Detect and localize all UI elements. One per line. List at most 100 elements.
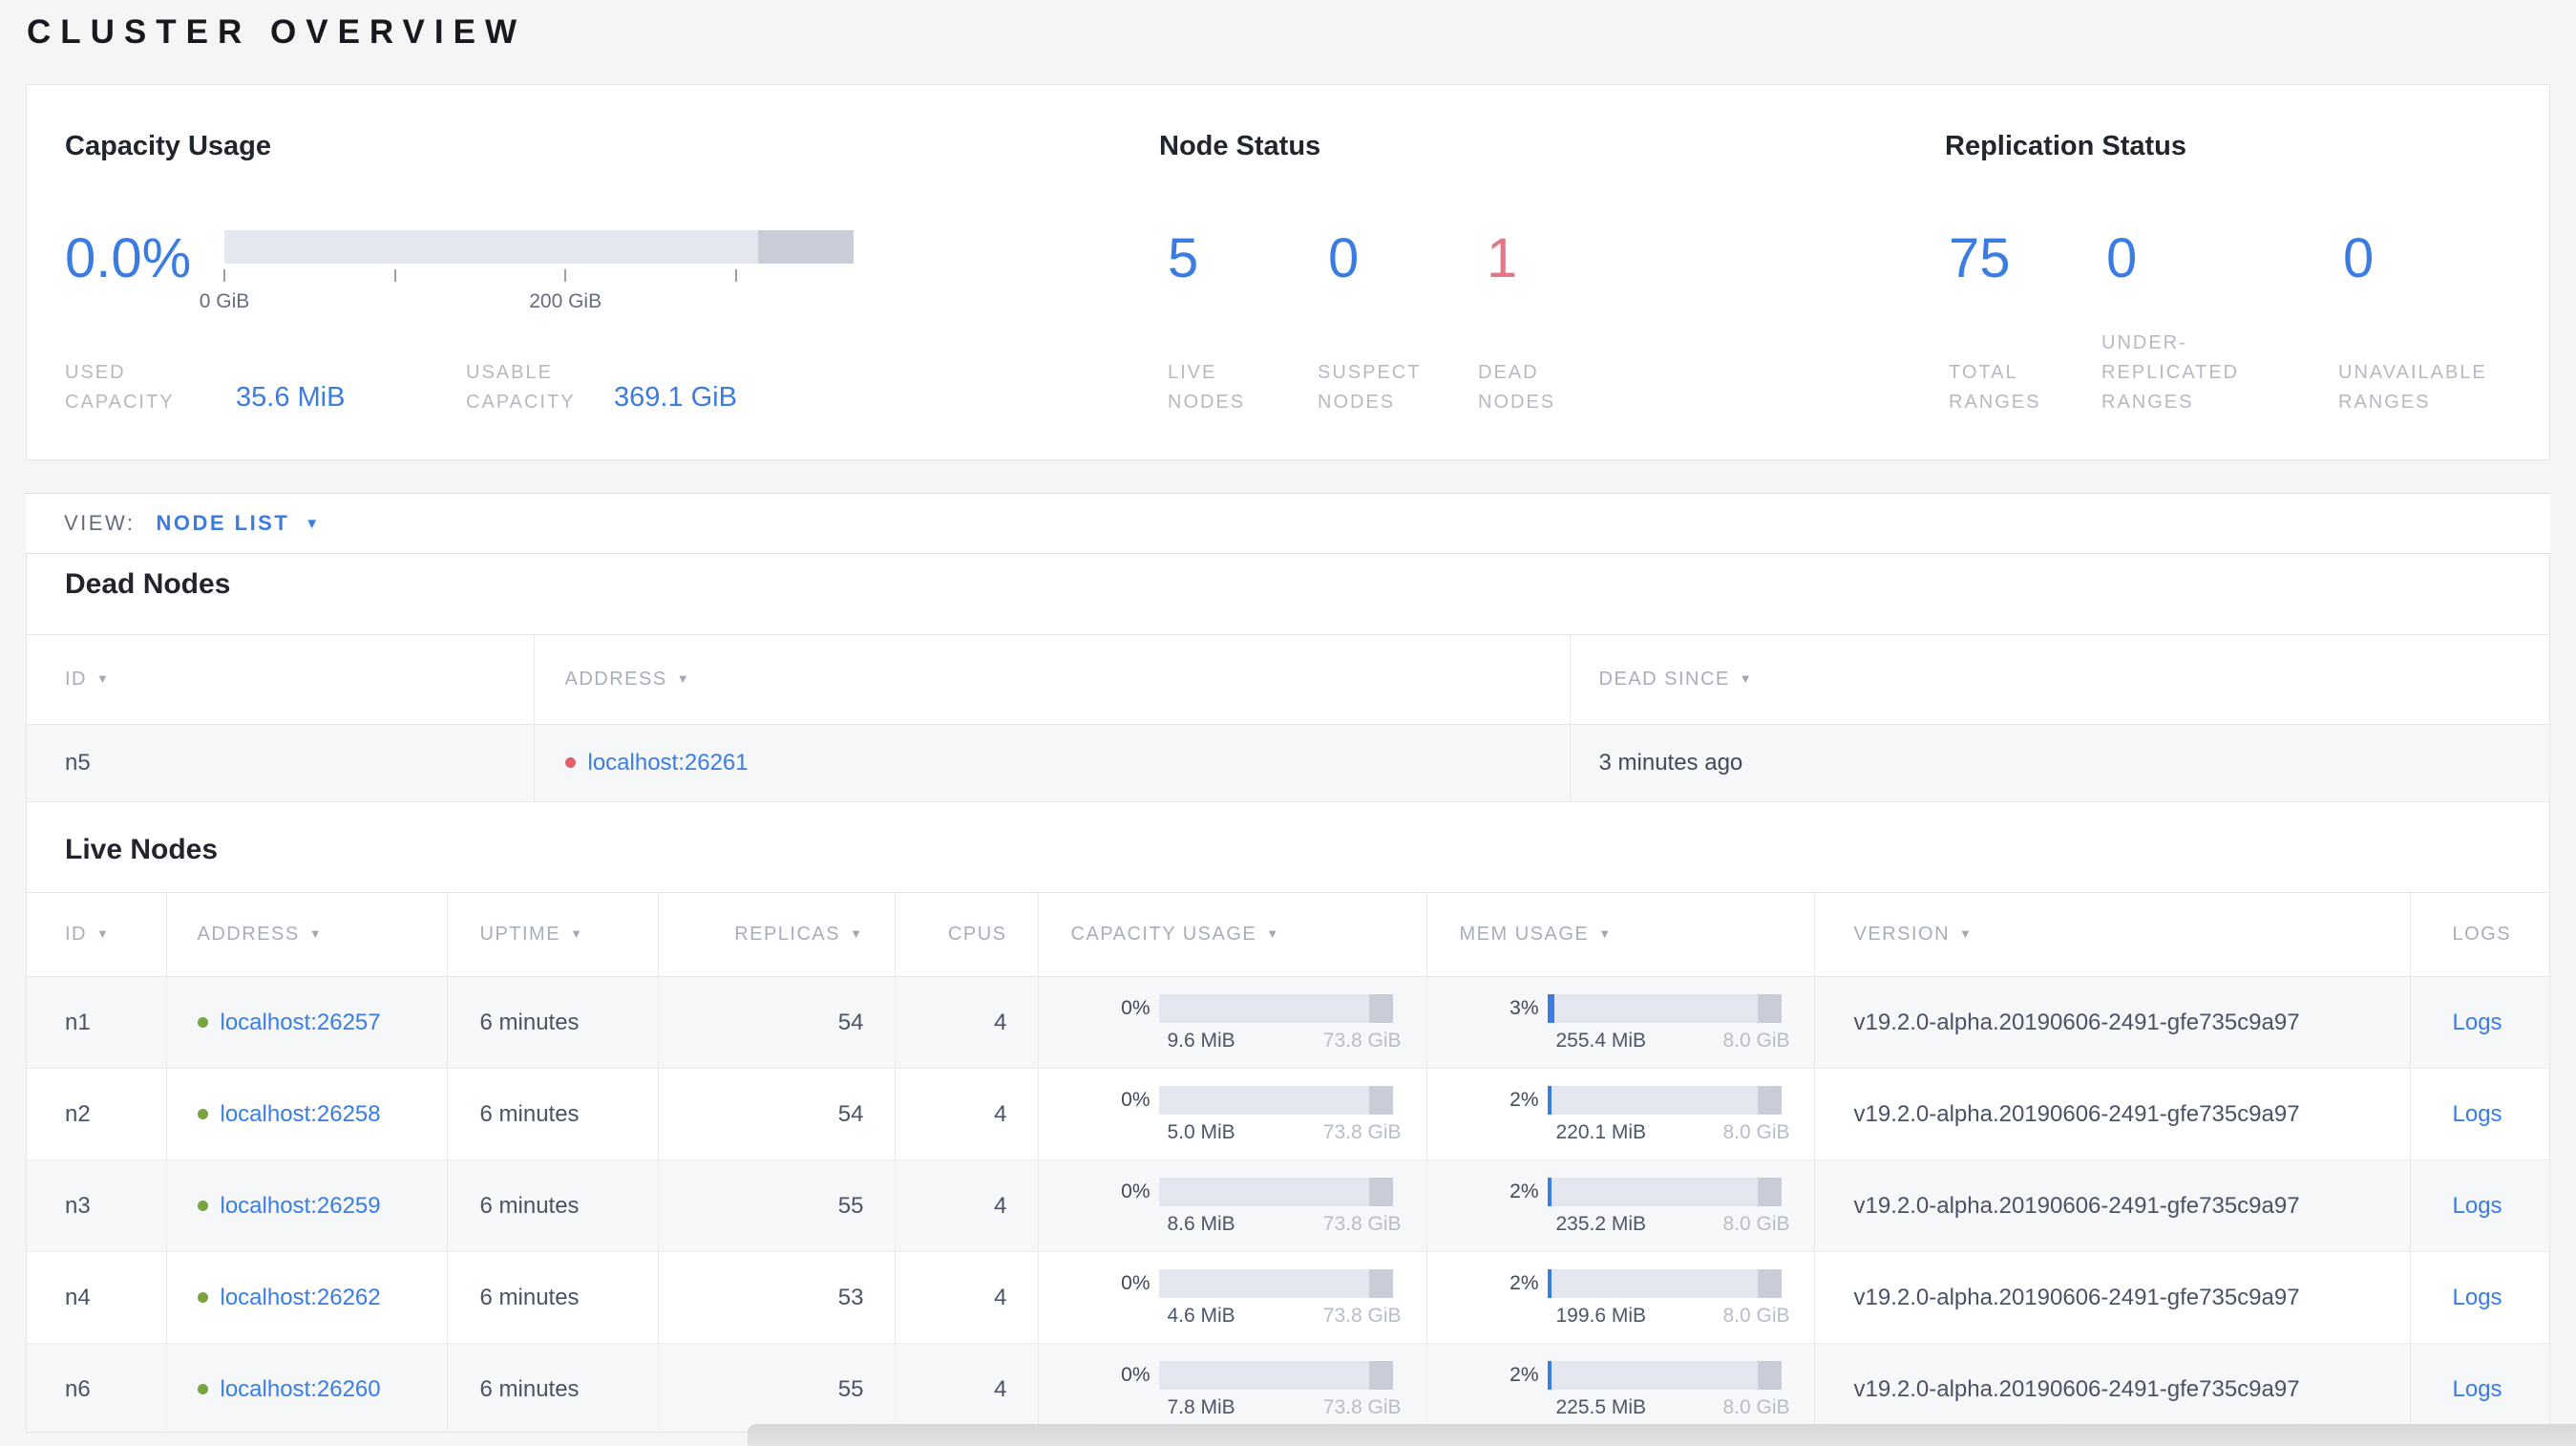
usage-bar-reserved <box>1758 1177 1782 1206</box>
sort-desc-icon: ▼ <box>676 671 691 686</box>
live-status-dot-icon <box>197 1383 208 1394</box>
node-version: v19.2.0-alpha.20190606-2491-gfe735c9a97 <box>1813 1068 2410 1160</box>
column-label: CAPACITY USAGE <box>1070 924 1257 945</box>
live-nodes-heading: Live Nodes <box>65 834 219 865</box>
logs-link[interactable]: Logs <box>2453 1101 2502 1127</box>
capacity-bar-axis: 0 GiB 200 GiB <box>200 269 854 327</box>
axis-tick <box>223 269 225 282</box>
node-id: n2 <box>27 1068 166 1160</box>
total-ranges-count: 75 <box>1949 227 2011 289</box>
node-list-card: Dead Nodes ID ▼ ADDRESS ▼ DEAD SINCE ▼ n5 l… <box>26 554 2550 1433</box>
table-row: n6 localhost:26260 6 minutes 55 4 0% 7.8… <box>27 1343 2549 1432</box>
usage-bar-reserved <box>1758 1085 1782 1115</box>
used-capacity-value: 35.6 MiB <box>236 382 346 413</box>
usage-used: 235.2 MiB <box>1555 1212 1647 1235</box>
capacity-bar-reserved-segment <box>757 230 854 264</box>
live-col-capacity-usage[interactable]: CAPACITY USAGE ▼ <box>1037 892 1426 977</box>
live-nodes-header-row: ID ▼ ADDRESS ▼ UPTIME ▼ REPLICAS ▼ CPUS CAPA… <box>27 892 2549 977</box>
table-row: n2 localhost:26258 6 minutes 54 4 0% 5.0… <box>27 1068 2549 1160</box>
node-id: n3 <box>27 1159 166 1252</box>
view-dropdown-value: NODE LIST <box>156 511 290 535</box>
logs-cell: Logs <box>2409 1068 2549 1160</box>
usage-bar-fill <box>1547 1268 1552 1298</box>
column-label: ID <box>65 924 87 945</box>
dead-col-address[interactable]: ADDRESS ▼ <box>533 634 1570 725</box>
usable-capacity-value: 369.1 GiB <box>614 382 737 413</box>
usage-bar-reserved <box>1369 993 1393 1023</box>
live-col-version[interactable]: VERSION ▼ <box>1813 892 2410 977</box>
live-nodes-label: LIVE NODES <box>1168 362 1246 413</box>
usage-bar-reserved <box>1369 1177 1393 1206</box>
node-replicas: 55 <box>657 1159 895 1252</box>
usage-bar <box>1158 1177 1393 1206</box>
live-nodes-table: ID ▼ ADDRESS ▼ UPTIME ▼ REPLICAS ▼ CPUS CAPA… <box>27 892 2549 1432</box>
node-cpus: 4 <box>894 976 1038 1069</box>
table-row: n5 localhost:26261 3 minutes ago <box>27 724 2549 802</box>
usage-percent: 2% <box>1510 1271 1539 1294</box>
node-version: v19.2.0-alpha.20190606-2491-gfe735c9a97 <box>1813 1251 2410 1344</box>
usage-total: 8.0 GiB <box>1722 1120 1790 1143</box>
cluster-overview-page: CLUSTER OVERVIEW Capacity Usage 0.0% 0 G… <box>0 0 2576 1446</box>
column-label: UPTIME <box>479 924 561 945</box>
under-replicated-count: 0 <box>2106 227 2138 289</box>
usage-bar <box>1547 1268 1782 1298</box>
node-uptime: 6 minutes <box>446 976 658 1069</box>
mem-usage-cell: 2% 235.2 MiB 8.0 GiB <box>1425 1159 1814 1252</box>
live-nodes-count: 5 <box>1168 227 1199 289</box>
node-address-cell: localhost:26262 <box>165 1251 447 1344</box>
live-col-mem-usage[interactable]: MEM USAGE ▼ <box>1425 892 1814 977</box>
logs-link[interactable]: Logs <box>2453 1285 2502 1310</box>
column-label: CPUS <box>947 924 1007 945</box>
live-col-replicas[interactable]: REPLICAS ▼ <box>657 892 895 977</box>
column-label: ID <box>65 669 87 690</box>
sort-desc-icon: ▼ <box>1959 926 1974 941</box>
under-replicated-label: UNDER- REPLICATED RANGES <box>2101 332 2240 413</box>
logs-link[interactable]: Logs <box>2453 1193 2502 1219</box>
unavailable-ranges-count: 0 <box>2343 227 2375 289</box>
dead-col-dead-since[interactable]: DEAD SINCE ▼ <box>1569 634 2549 725</box>
usage-used: 199.6 MiB <box>1555 1304 1647 1327</box>
usage-bar <box>1547 1085 1782 1115</box>
dead-col-id[interactable]: ID ▼ <box>27 634 534 725</box>
node-replicas: 54 <box>657 976 895 1069</box>
node-address-link[interactable]: localhost:26258 <box>221 1101 381 1127</box>
usage-bar-fill <box>1547 1177 1552 1206</box>
logs-cell: Logs <box>2409 976 2549 1069</box>
sort-desc-icon: ▼ <box>96 926 111 941</box>
usage-percent: 2% <box>1510 1180 1539 1202</box>
node-address-link[interactable]: localhost:26260 <box>221 1376 381 1402</box>
column-label: DEAD SINCE <box>1598 669 1730 690</box>
usage-bar <box>1158 1085 1393 1115</box>
usage-percent: 2% <box>1510 1363 1539 1386</box>
column-label: VERSION <box>1853 924 1951 945</box>
used-capacity-label: USED CAPACITY <box>65 362 175 413</box>
node-address-link[interactable]: localhost:26261 <box>588 750 749 776</box>
view-dropdown[interactable]: NODE LIST ▼ <box>156 511 321 536</box>
logs-link[interactable]: Logs <box>2453 1010 2502 1035</box>
node-version: v19.2.0-alpha.20190606-2491-gfe735c9a97 <box>1813 976 2410 1069</box>
view-label: VIEW: <box>64 511 136 535</box>
node-uptime: 6 minutes <box>446 1068 658 1160</box>
logs-cell: Logs <box>2409 1159 2549 1252</box>
node-address-link[interactable]: localhost:26262 <box>221 1285 381 1310</box>
usage-bar <box>1547 993 1782 1023</box>
live-status-dot-icon <box>197 1291 208 1303</box>
usage-total: 73.8 GiB <box>1322 1029 1402 1052</box>
column-label: ADDRESS <box>564 669 667 690</box>
capacity-usage-cell: 0% 4.6 MiB 73.8 GiB <box>1037 1251 1426 1344</box>
node-address-link[interactable]: localhost:26257 <box>221 1010 381 1035</box>
sort-desc-icon: ▼ <box>1266 926 1280 941</box>
mem-usage-cell: 2% 225.5 MiB 8.0 GiB <box>1425 1343 1814 1432</box>
node-id: n5 <box>27 724 534 802</box>
logs-link[interactable]: Logs <box>2453 1376 2502 1402</box>
dead-nodes-label: DEAD NODES <box>1478 362 1556 413</box>
node-address-link[interactable]: localhost:26259 <box>221 1193 381 1219</box>
live-col-id[interactable]: ID ▼ <box>27 892 166 977</box>
usage-bar <box>1158 1268 1393 1298</box>
live-col-address[interactable]: ADDRESS ▼ <box>165 892 447 977</box>
sort-desc-icon: ▼ <box>1598 926 1613 941</box>
live-col-uptime[interactable]: UPTIME ▼ <box>446 892 658 977</box>
node-address-cell: localhost:26261 <box>533 724 1570 802</box>
usable-capacity-label: USABLE CAPACITY <box>466 362 576 413</box>
live-col-cpus[interactable]: CPUS <box>894 892 1038 977</box>
